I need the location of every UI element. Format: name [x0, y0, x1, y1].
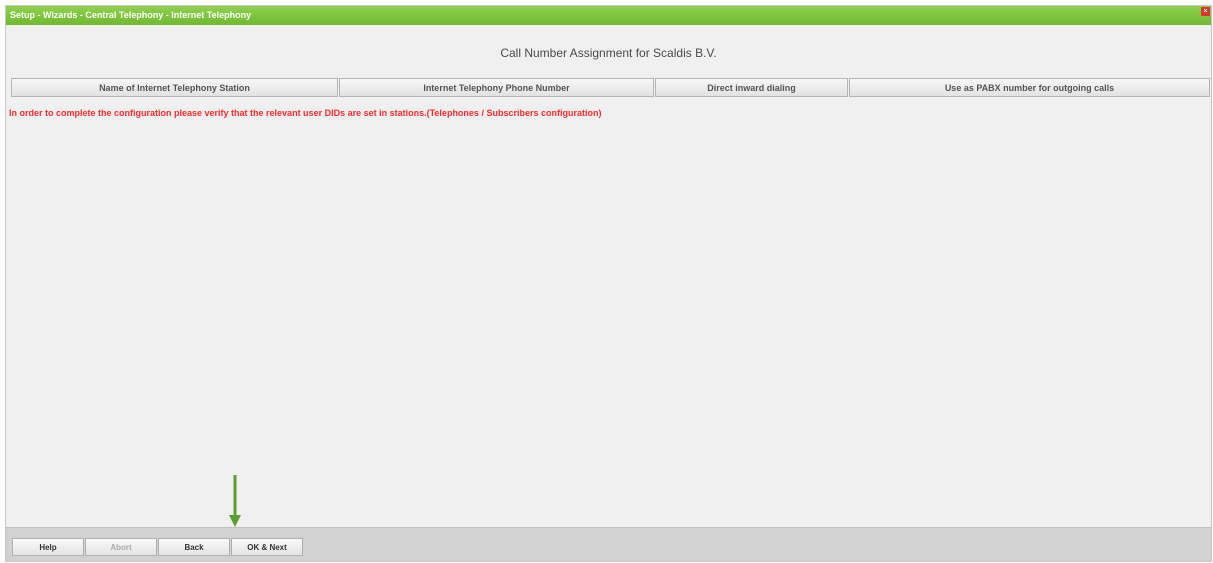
column-header-station-name[interactable]: Name of Internet Telephony Station: [11, 78, 338, 97]
title-bar: Setup - Wizards - Central Telephony - In…: [6, 6, 1211, 25]
configuration-notice: In order to complete the configuration p…: [9, 108, 602, 118]
abort-button: Abort: [85, 538, 157, 556]
page-title: Call Number Assignment for Scaldis B.V.: [500, 46, 717, 60]
back-button[interactable]: Back: [158, 538, 230, 556]
column-header-phone-number[interactable]: Internet Telephony Phone Number: [339, 78, 654, 97]
column-header-direct-inward-dialing[interactable]: Direct inward dialing: [655, 78, 848, 97]
table-header: Name of Internet Telephony Station Inter…: [11, 78, 1210, 97]
help-button[interactable]: Help: [12, 538, 84, 556]
ok-next-button[interactable]: OK & Next: [231, 538, 303, 556]
wizard-window: Setup - Wizards - Central Telephony - In…: [5, 5, 1212, 562]
close-icon[interactable]: ×: [1201, 7, 1210, 16]
column-header-pabx-number[interactable]: Use as PABX number for outgoing calls: [849, 78, 1210, 97]
button-bar: Help Abort Back OK & Next: [6, 527, 1211, 561]
down-arrow-icon: [229, 475, 241, 527]
window-title: Setup - Wizards - Central Telephony - In…: [10, 10, 252, 20]
